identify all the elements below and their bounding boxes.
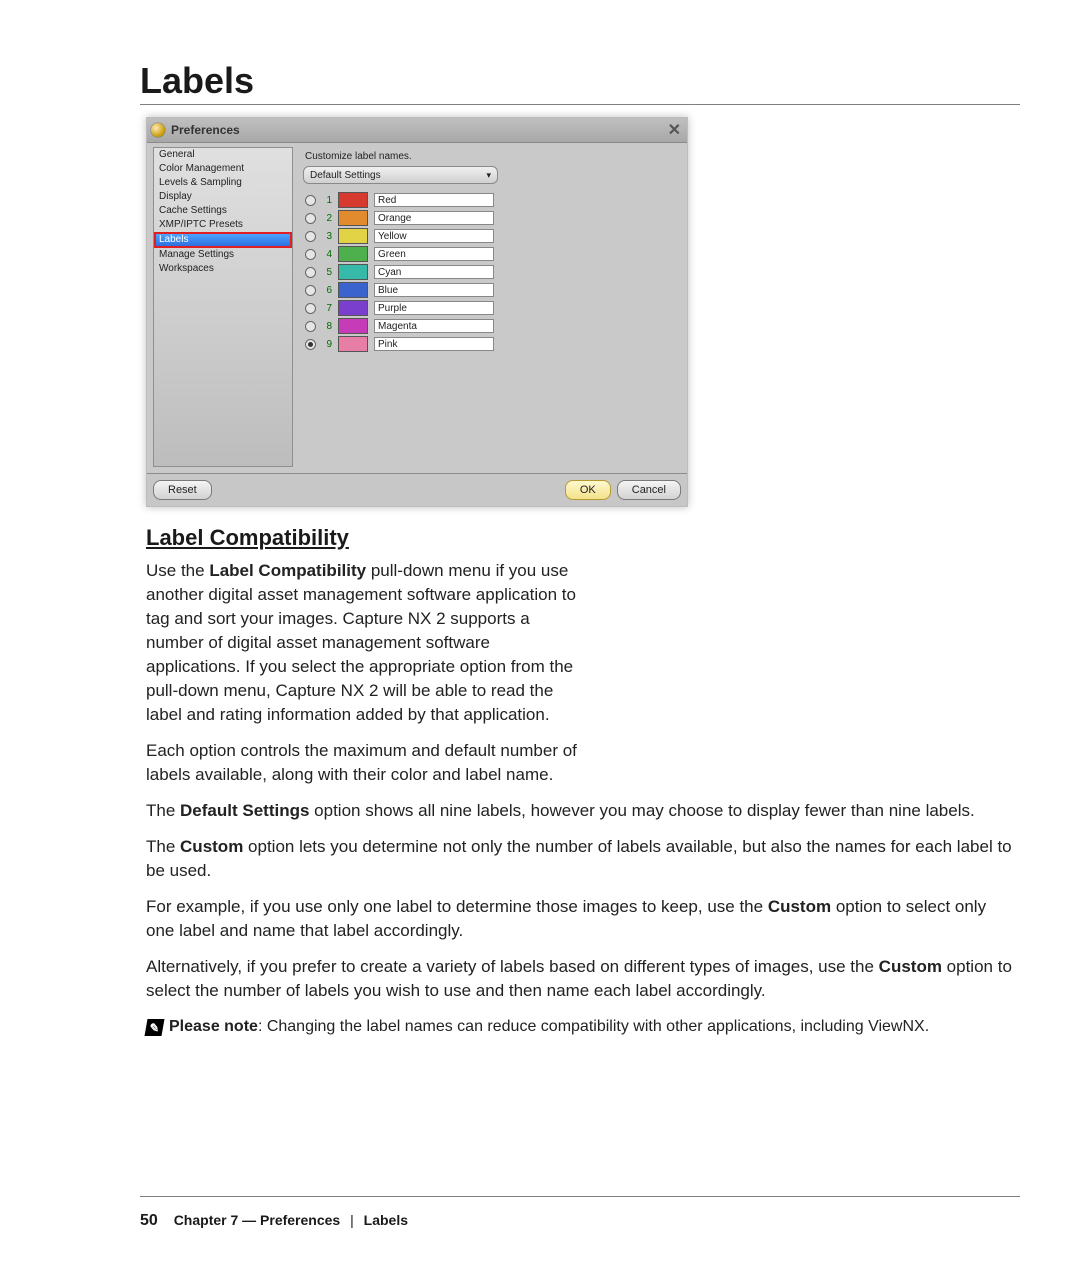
dialog-title: Preferences [171, 123, 240, 137]
label-name-input-3[interactable]: Yellow [374, 229, 494, 243]
label-number: 5 [322, 267, 332, 278]
label-swatch-blue [338, 282, 368, 298]
body-p4: The Custom option lets you determine not… [146, 835, 1014, 883]
label-number: 7 [322, 303, 332, 314]
label-row-7: 7 Purple [305, 300, 677, 316]
label-name-input-1[interactable]: Red [374, 193, 494, 207]
label-number: 4 [322, 249, 332, 260]
label-swatch-green [338, 246, 368, 262]
label-name-input-4[interactable]: Green [374, 247, 494, 261]
label-row-3: 3 Yellow [305, 228, 677, 244]
label-row-4: 4 Green [305, 246, 677, 262]
body-p3: The Default Settings option shows all ni… [146, 799, 1014, 823]
sidebar-item-general[interactable]: General [154, 148, 292, 162]
label-radio-8[interactable] [305, 321, 316, 332]
sidebar-item-color-management[interactable]: Color Management [154, 162, 292, 176]
body-p1: Use the Label Compatibility pull-down me… [146, 559, 586, 727]
sidebar-item-labels[interactable]: Labels [154, 232, 292, 248]
label-number: 1 [322, 195, 332, 206]
sidebar-item-workspaces[interactable]: Workspaces [154, 262, 292, 276]
label-number: 8 [322, 321, 332, 332]
label-swatch-yellow [338, 228, 368, 244]
label-name-input-5[interactable]: Cyan [374, 265, 494, 279]
label-swatch-magenta [338, 318, 368, 334]
dropdown-value: Default Settings [310, 170, 381, 181]
label-swatch-pink [338, 336, 368, 352]
sidebar-item-manage-settings[interactable]: Manage Settings [154, 248, 292, 262]
preferences-sidebar: GeneralColor ManagementLevels & Sampling… [153, 147, 293, 467]
label-row-9: 9 Pink [305, 336, 677, 352]
sidebar-item-display[interactable]: Display [154, 190, 292, 204]
sidebar-item-levels-sampling[interactable]: Levels & Sampling [154, 176, 292, 190]
sidebar-item-cache-settings[interactable]: Cache Settings [154, 204, 292, 218]
label-number: 6 [322, 285, 332, 296]
footer-section: Labels [364, 1212, 408, 1228]
label-number: 2 [322, 213, 332, 224]
section-heading: Label Compatibility [146, 525, 1020, 551]
label-radio-6[interactable] [305, 285, 316, 296]
body-p2: Each option controls the maximum and def… [146, 739, 586, 787]
label-name-input-9[interactable]: Pink [374, 337, 494, 351]
app-icon [151, 123, 165, 137]
label-radio-1[interactable] [305, 195, 316, 206]
label-radio-5[interactable] [305, 267, 316, 278]
cancel-button[interactable]: Cancel [617, 480, 681, 500]
page-number: 50 [140, 1212, 158, 1229]
label-swatch-orange [338, 210, 368, 226]
label-name-input-8[interactable]: Magenta [374, 319, 494, 333]
body-p6: Alternatively, if you prefer to create a… [146, 955, 1014, 1003]
reset-button[interactable]: Reset [153, 480, 212, 500]
label-radio-4[interactable] [305, 249, 316, 260]
label-radio-9[interactable] [305, 339, 316, 350]
label-row-2: 2 Orange [305, 210, 677, 226]
chevron-down-icon: ▾ [486, 170, 491, 181]
note-line: ✎ Please note: Changing the label names … [146, 1015, 1014, 1039]
label-radio-2[interactable] [305, 213, 316, 224]
label-swatch-cyan [338, 264, 368, 280]
note-icon: ✎ [145, 1019, 165, 1036]
sidebar-item-xmp-iptc-presets[interactable]: XMP/IPTC Presets [154, 218, 292, 232]
label-name-input-7[interactable]: Purple [374, 301, 494, 315]
label-row-6: 6 Blue [305, 282, 677, 298]
close-icon[interactable]: ✕ [668, 120, 681, 140]
dialog-titlebar: Preferences ✕ [147, 118, 687, 143]
preferences-dialog: Preferences ✕ GeneralColor ManagementLev… [146, 117, 688, 507]
label-name-input-2[interactable]: Orange [374, 211, 494, 225]
ok-button[interactable]: OK [565, 480, 611, 500]
label-radio-7[interactable] [305, 303, 316, 314]
page-footer: 50 Chapter 7 — Preferences | Labels [0, 1202, 1080, 1230]
label-row-5: 5 Cyan [305, 264, 677, 280]
panel-heading: Customize label names. [305, 151, 677, 162]
label-swatch-red [338, 192, 368, 208]
label-radio-3[interactable] [305, 231, 316, 242]
label-number: 9 [322, 339, 332, 350]
page-heading: Labels [140, 60, 1020, 105]
label-row-8: 8 Magenta [305, 318, 677, 334]
label-number: 3 [322, 231, 332, 242]
label-row-1: 1 Red [305, 192, 677, 208]
body-p5: For example, if you use only one label t… [146, 895, 1014, 943]
label-swatch-purple [338, 300, 368, 316]
footer-chapter: Chapter 7 — Preferences [174, 1212, 341, 1228]
label-compatibility-dropdown[interactable]: Default Settings ▾ [303, 166, 498, 184]
label-name-input-6[interactable]: Blue [374, 283, 494, 297]
